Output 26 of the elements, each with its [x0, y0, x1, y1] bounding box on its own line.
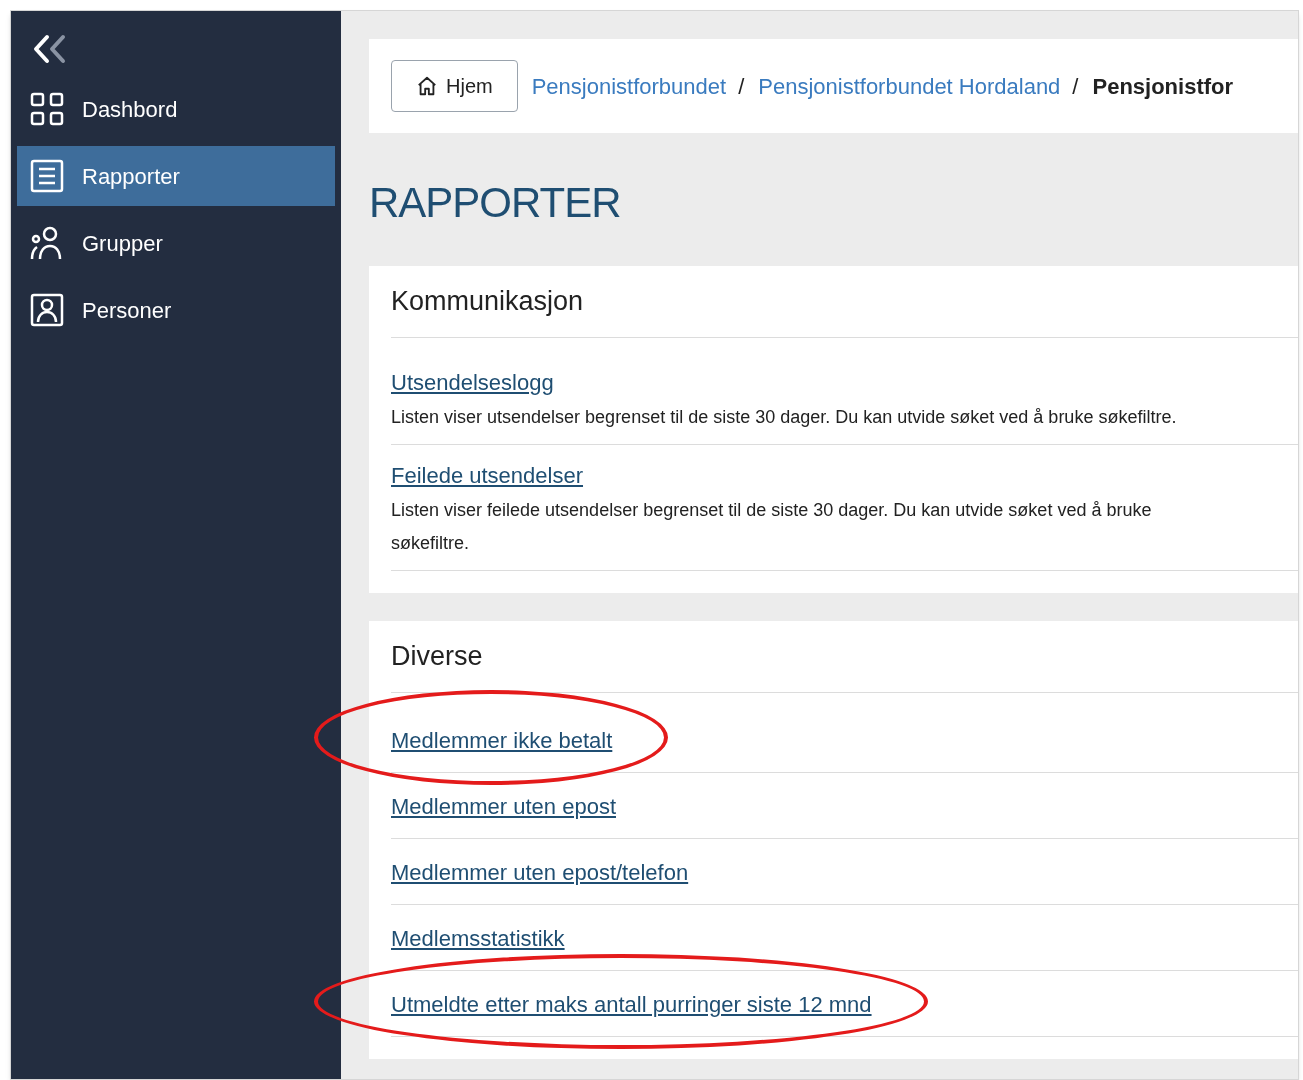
person-card-icon: [29, 292, 65, 328]
sidebar-item[interactable]: Grupper: [17, 213, 335, 273]
link-description: Listen viser utsendelser begrenset til de siste 30 dager. Du kan utvide søket ved å bruke søkefiltre.: [391, 406, 1178, 429]
document-icon: [29, 158, 65, 194]
report-link[interactable]: Utsendelseslogg: [391, 370, 554, 395]
sidebar-item[interactable]: Rapporter: [17, 146, 335, 206]
report-link[interactable]: Medlemmer uten epost/telefon: [391, 860, 689, 885]
home-button[interactable]: Hjem: [391, 60, 518, 112]
breadcrumb-separator: /: [738, 72, 745, 101]
grid-icon: [29, 91, 65, 127]
breadcrumb-current: Pensjonistfor: [1092, 72, 1234, 101]
sidebar-item[interactable]: Personer: [17, 280, 335, 340]
report-link[interactable]: Feilede utsendelser: [391, 463, 583, 488]
report-link[interactable]: Medlemmer uten epost: [391, 794, 616, 819]
report-link[interactable]: Medlemmer ikke betalt: [391, 728, 613, 753]
breadcrumb-link[interactable]: Pensjonistforbundet Hordaland: [758, 69, 1061, 103]
report-link[interactable]: Medlemsstatistikk: [391, 926, 565, 951]
section-title: Kommunikasjon: [391, 266, 1298, 338]
home-icon: [416, 75, 438, 97]
breadcrumb-separator: /: [1072, 72, 1079, 101]
breadcrumb-link[interactable]: Pensjonistforbundet: [531, 69, 727, 103]
sidebar-item[interactable]: Dashbord: [17, 79, 335, 139]
section-title: Diverse: [391, 621, 1298, 693]
report-link[interactable]: Utmeldte etter maks antall purringer siste 12 mnd: [391, 992, 872, 1017]
link-description: Listen viser feilede utsendelser begrenset til de siste 30 dager. Du kan utvide søket ved å bruke søkefiltre.: [391, 499, 1153, 555]
page-title: RAPPORTER: [369, 178, 622, 228]
